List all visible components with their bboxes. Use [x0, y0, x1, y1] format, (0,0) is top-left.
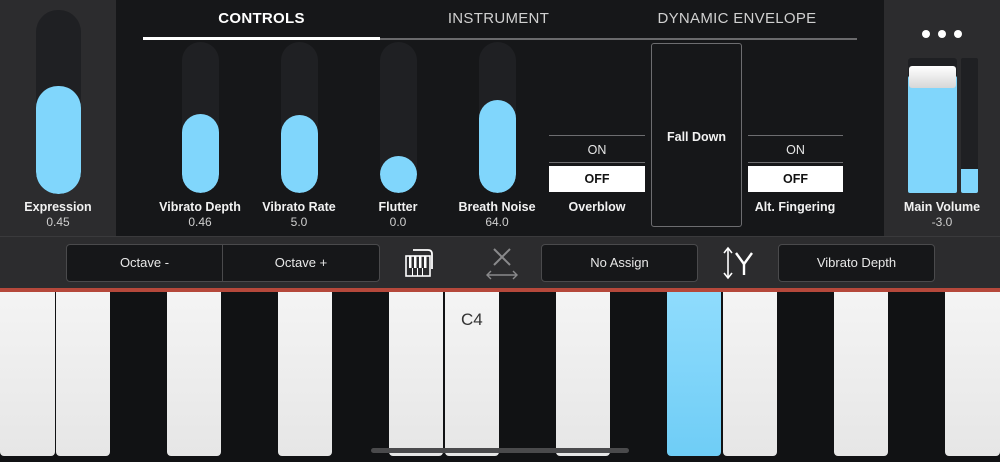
white-key-c3[interactable]: [56, 292, 110, 456]
overblow-on-option[interactable]: ON: [549, 143, 645, 163]
breath-noise-slider[interactable]: [479, 42, 516, 193]
overblow-label: Overblow: [568, 200, 626, 214]
vibrato-depth-fill: [182, 114, 219, 193]
white-key-d5[interactable]: [945, 292, 1000, 456]
expression-panel: Expression 0.45: [0, 0, 116, 236]
vibrato-depth-label: Vibrato Depth: [159, 200, 241, 214]
keyboard-range-icon[interactable]: [404, 247, 434, 279]
flutter-slider[interactable]: [380, 42, 417, 193]
overblow-mid-divider: [549, 162, 645, 163]
main-volume-handle[interactable]: [909, 66, 956, 88]
volume-meter-fill: [961, 169, 978, 193]
main-volume-value: -3.0: [931, 215, 953, 229]
flutter-value: 0.0: [389, 215, 407, 229]
home-indicator: [371, 448, 629, 453]
more-horizontal-icon[interactable]: [922, 28, 962, 40]
tab-instrument[interactable]: INSTRUMENT: [380, 10, 617, 32]
white-key-b2[interactable]: [0, 292, 55, 456]
white-key-b3[interactable]: [389, 292, 443, 456]
white-key-b4[interactable]: [834, 292, 888, 456]
alt-fingering-on-option[interactable]: ON: [748, 143, 843, 163]
fall-down-button[interactable]: Fall Down: [651, 43, 742, 227]
tab-active-indicator: [143, 37, 380, 40]
vibrato-rate-value: 5.0: [290, 215, 308, 229]
app-window: Expression 0.45 CONTROLS INSTRUMENT DYNA…: [0, 0, 1000, 462]
tab-dynamic-envelope[interactable]: DYNAMIC ENVELOPE: [617, 10, 857, 32]
volume-level-meter: [961, 58, 978, 193]
c4-label: C4: [461, 310, 483, 329]
expression-label: Expression: [24, 200, 92, 214]
vibrato-depth-value: 0.46: [188, 215, 212, 229]
white-key-c4[interactable]: C4: [445, 292, 499, 456]
white-key-g4[interactable]: [723, 292, 777, 456]
alt-fingering-top-divider: [748, 135, 843, 136]
x-axis-icon: [486, 248, 518, 280]
expression-slider[interactable]: [36, 10, 81, 194]
white-key-e3[interactable]: [167, 292, 221, 456]
main-volume-slider[interactable]: [908, 58, 957, 193]
fall-down-label: Fall Down: [666, 130, 727, 144]
vibrato-rate-slider[interactable]: [281, 42, 318, 193]
expression-value: 0.45: [46, 215, 70, 229]
flutter-fill: [380, 156, 417, 193]
breath-noise-fill: [479, 100, 516, 193]
main-volume-label: Main Volume: [903, 200, 981, 214]
octave-plus-button[interactable]: Octave +: [222, 244, 380, 282]
octave-minus-button[interactable]: Octave -: [66, 244, 223, 282]
y-axis-icon: [723, 246, 753, 280]
breath-noise-value: 64.0: [485, 215, 509, 229]
vibrato-depth-slider[interactable]: [182, 42, 219, 193]
tab-controls[interactable]: CONTROLS: [143, 10, 380, 32]
keyboard-toolbar: Octave - Octave + No Assign Vibrato Dept…: [0, 236, 1000, 288]
breath-noise-label: Breath Noise: [458, 200, 536, 214]
expression-fill: [36, 86, 81, 194]
main-volume-panel: Main Volume -3.0: [884, 0, 1000, 236]
vibrato-rate-fill: [281, 115, 318, 193]
overblow-off-option[interactable]: OFF: [549, 166, 645, 192]
white-key-f4-pressed[interactable]: [667, 292, 721, 456]
piano-keyboard: C4: [0, 288, 1000, 462]
x-assign-button[interactable]: No Assign: [541, 244, 698, 282]
white-key-g3[interactable]: [278, 292, 332, 456]
y-assign-button[interactable]: Vibrato Depth: [778, 244, 935, 282]
alt-fingering-off-option[interactable]: OFF: [748, 166, 843, 192]
alt-fingering-mid-divider: [748, 162, 843, 163]
vibrato-rate-label: Vibrato Rate: [262, 200, 336, 214]
flutter-label: Flutter: [378, 200, 418, 214]
alt-fingering-label: Alt. Fingering: [754, 200, 836, 214]
main-volume-fill: [908, 76, 957, 193]
overblow-top-divider: [549, 135, 645, 136]
white-key-e4[interactable]: [556, 292, 610, 456]
